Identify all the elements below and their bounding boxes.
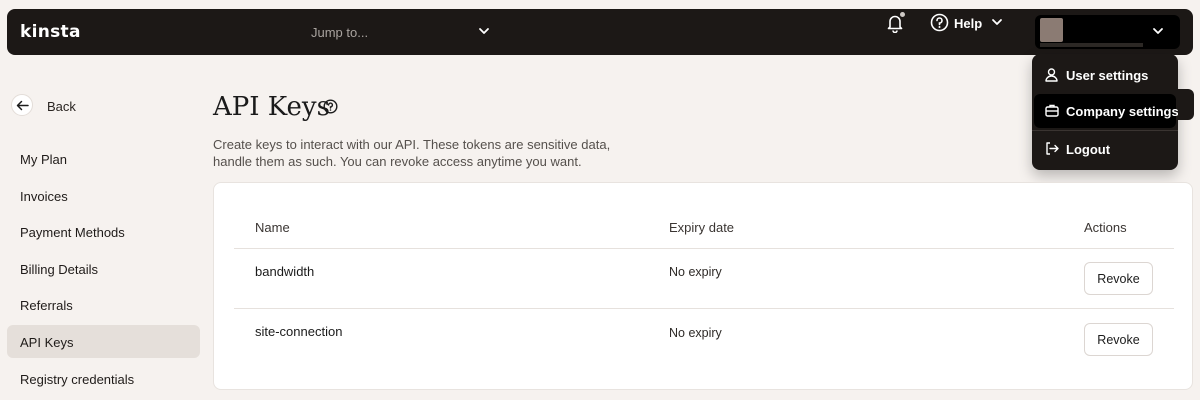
menu-item-company-settings[interactable]: Company settings [1034,94,1179,128]
sidebar-item-label: Invoices [20,189,68,204]
sidebar-item-label: My Plan [20,152,67,167]
user-icon [1045,68,1058,85]
sidebar-item-label: Payment Methods [20,225,125,240]
menu-item-user-settings[interactable]: User settings [1034,58,1176,92]
menu-item-label: Company settings [1066,104,1179,119]
sidebar-item-label: API Keys [20,335,74,350]
table-row-name: bandwidth [255,264,315,279]
revoke-button[interactable]: Revoke [1084,262,1153,295]
table-row-expiry: No expiry [669,265,722,279]
notification-dot [900,12,905,17]
sidebar-item-registry-credentials[interactable]: Registry credentials [7,362,200,395]
sidebar-item-label: Registry credentials [20,372,135,387]
account-dropdown-menu: User settings Company settings Logout [1032,54,1179,170]
sidebar-item-invoices[interactable]: Invoices [7,179,200,212]
avatar [1040,18,1063,42]
table-divider [234,248,1174,249]
sidebar-item-my-plan[interactable]: My Plan [7,142,200,175]
hidden-action-button[interactable] [1178,89,1194,120]
table-row-expiry: No expiry [669,326,722,340]
chevron-down-icon [990,15,1004,32]
back-label: Back [47,99,76,114]
page-description: Create keys to interact with our API. Th… [213,136,633,170]
table-row-name: site-connection [255,324,343,339]
top-navigation-bar: kinsta Jump to... [7,9,1193,55]
table-divider [234,308,1174,309]
column-header-actions: Actions [1084,220,1127,235]
question-circle-icon [930,13,949,35]
description-line: Create keys to interact with our API. Th… [213,137,611,152]
account-name-redacted [1040,43,1143,47]
logout-icon [1045,142,1059,158]
description-line: handle them as such. You can revoke acce… [213,154,582,169]
chevron-down-icon [477,24,491,43]
kinsta-logo[interactable]: kinsta [20,22,81,42]
sidebar-item-referrals[interactable]: Referrals [7,288,200,321]
api-keys-table: Name Expiry date Actions bandwidth No ex… [213,182,1193,390]
sidebar-item-payment-methods[interactable]: Payment Methods [7,215,200,248]
arrow-left-icon [11,94,33,116]
menu-divider [1032,130,1178,131]
page-title: API Keys [213,92,330,122]
help-menu-button[interactable]: Help [928,9,1006,37]
briefcase-icon [1045,104,1059,120]
jump-to-search[interactable]: Jump to... [305,15,501,49]
account-menu-button[interactable] [1035,15,1180,49]
sidebar-item-label: Referrals [20,298,73,313]
column-header-expiry-date: Expiry date [669,220,735,235]
menu-item-label: User settings [1066,68,1149,83]
chevron-down-icon [1151,24,1165,43]
menu-item-label: Logout [1066,142,1111,157]
sidebar-item-billing-details[interactable]: Billing Details [7,252,200,285]
help-label: Help [954,16,983,31]
column-header-name: Name [255,220,290,235]
back-button[interactable]: Back [11,94,91,118]
revoke-button[interactable]: Revoke [1084,323,1153,356]
jump-to-placeholder: Jump to... [311,25,369,40]
menu-item-logout[interactable]: Logout [1034,132,1176,166]
sidebar-item-api-keys[interactable]: API Keys [7,325,200,358]
question-circle-icon[interactable] [323,99,338,119]
sidebar-item-label: Billing Details [20,262,99,277]
